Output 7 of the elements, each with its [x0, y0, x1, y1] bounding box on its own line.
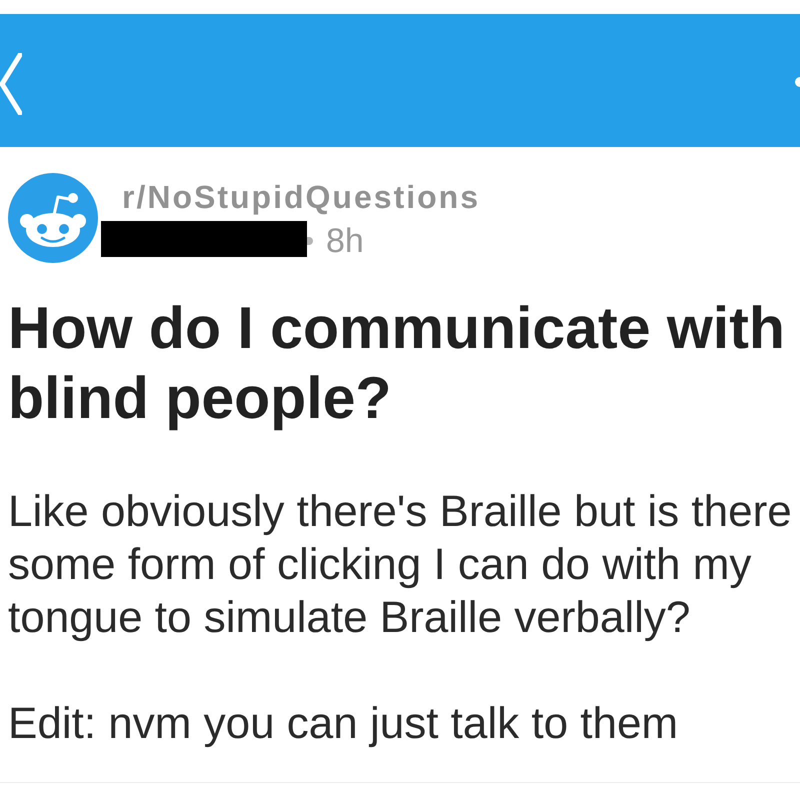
- post-age: 8h: [326, 223, 364, 259]
- subreddit-name[interactable]: r/NoStupidQuestions: [122, 179, 480, 215]
- chevron-left-icon[interactable]: [0, 52, 22, 114]
- post-body-text: Edit: nvm you can just talk to them: [8, 698, 680, 750]
- alien-face-avatar-icon[interactable]: [8, 173, 98, 263]
- post-title: How do I communicate with blind people?: [7, 294, 786, 433]
- post-body-text: Like obviously there's Braille but is there some form of clicking I can do with my tongue to simulate Braille verbally?: [8, 486, 793, 644]
